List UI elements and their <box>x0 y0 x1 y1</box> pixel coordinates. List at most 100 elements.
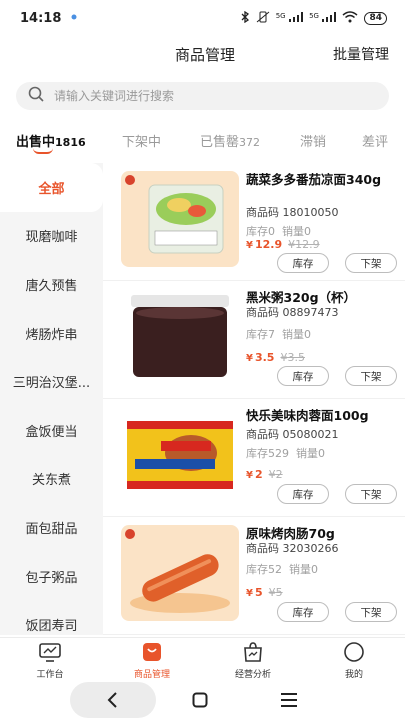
battery-indicator: 84 <box>364 11 387 25</box>
product-image <box>121 525 239 621</box>
off-shelf-button[interactable]: 下架 <box>345 602 397 622</box>
code-label: 商品码 <box>246 428 279 441</box>
status-bar: 14:18 5G 5G 84 <box>0 0 405 36</box>
tab-label: 差评 <box>362 135 389 150</box>
tab-off-shelf[interactable]: 下架中 <box>122 131 161 150</box>
tab-label: 工作台 <box>36 670 64 680</box>
sales-value: 销量0 <box>296 447 325 460</box>
sidebar-item-bento[interactable]: 盒饭便当 <box>0 406 103 455</box>
sidebar-item-sausage[interactable]: 烤肠炸串 <box>0 309 103 358</box>
stock-value: 库存0 <box>246 225 275 238</box>
off-shelf-button[interactable]: 下架 <box>345 253 397 273</box>
currency-symbol: ¥ <box>268 586 276 599</box>
currency-symbol: ¥ <box>246 588 253 599</box>
original-price: 12.9 <box>295 238 320 251</box>
sidebar-item-all[interactable]: 全部 <box>0 163 103 212</box>
signal-icon: 5G <box>276 11 304 25</box>
analysis-icon <box>241 640 265 664</box>
product-price: ¥2 ¥2 <box>246 468 283 481</box>
sidebar-item-bread[interactable]: 面包甜品 <box>0 503 103 552</box>
bottom-tab-bar: 工作台 商品管理 经营分析 我的 <box>0 637 405 681</box>
signal-label-2: 5G <box>309 11 319 20</box>
profile-icon <box>342 640 366 664</box>
location-icon <box>69 11 79 26</box>
tab-goods-manage[interactable]: 商品管理 <box>112 640 192 680</box>
tab-count: 1816 <box>55 136 86 149</box>
tab-label: 已售罄 <box>200 135 240 150</box>
batch-manage-button[interactable]: 批量管理 <box>333 44 389 64</box>
sidebar-item-sandwich[interactable]: 三明治汉堡... <box>0 357 103 406</box>
search-input[interactable] <box>54 89 354 103</box>
price-value: 12.9 <box>254 238 283 251</box>
product-code: 商品码 32030266 <box>246 540 339 556</box>
code-value: 08897473 <box>282 306 339 319</box>
tab-label: 滞销 <box>300 135 327 150</box>
search-icon <box>28 86 44 106</box>
code-label: 商品码 <box>246 542 279 555</box>
stock-value: 库存52 <box>246 563 282 576</box>
tab-sold-out[interactable]: 已售罄372 <box>200 131 260 150</box>
tab-label: 经营分析 <box>234 670 271 680</box>
product-card[interactable]: 快乐美味肉蓉面100g 商品码 05080021 库存529 销量0 ¥2 ¥2 … <box>103 399 405 517</box>
product-card[interactable]: 蔬菜多多番茄凉面340g 商品码 18010050 库存0 销量0 ¥12.9 ¥… <box>103 163 405 281</box>
product-stock: 库存529 销量0 <box>246 445 325 461</box>
code-label: 商品码 <box>246 206 279 219</box>
stock-value: 库存529 <box>246 447 289 460</box>
product-card[interactable]: 黑米粥320g（杯） 商品码 08897473 库存7 销量0 ¥3.5 ¥3.5… <box>103 281 405 399</box>
price-value: 3.5 <box>254 351 275 364</box>
sales-value: 销量0 <box>282 225 311 238</box>
back-icon[interactable] <box>104 691 122 713</box>
search-bar[interactable] <box>16 82 389 110</box>
signal-icon-2: 5G <box>309 11 337 25</box>
stock-button[interactable]: 库存 <box>277 366 329 386</box>
product-stock: 库存7 销量0 <box>246 326 311 342</box>
product-code: 商品码 08897473 <box>246 304 339 320</box>
tab-workbench[interactable]: 工作台 <box>10 640 90 680</box>
bluetooth-icon <box>240 10 250 26</box>
currency-symbol: ¥ <box>246 240 253 251</box>
tab-label: 我的 <box>344 670 363 680</box>
original-price: 3.5 <box>287 351 305 364</box>
tab-mine[interactable]: 我的 <box>314 640 394 680</box>
code-value: 05080021 <box>282 428 339 441</box>
original-price: 5 <box>275 586 283 599</box>
code-value: 32030266 <box>282 542 339 555</box>
category-sidebar: 全部 现磨咖啡 唐久预售 烤肠炸串 三明治汉堡... 盒饭便当 关东煮 面包甜品… <box>0 163 103 635</box>
sidebar-item-bun[interactable]: 包子粥品 <box>0 552 103 601</box>
off-shelf-button[interactable]: 下架 <box>345 366 397 386</box>
currency-symbol: ¥ <box>246 353 253 364</box>
product-image <box>121 289 239 385</box>
tab-bad-review[interactable]: 差评 <box>362 131 388 150</box>
off-shelf-button[interactable]: 下架 <box>345 484 397 504</box>
sidebar-item-coffee[interactable]: 现磨咖啡 <box>0 212 103 261</box>
product-name: 蔬菜多多番茄凉面340g <box>246 172 382 187</box>
stock-button[interactable]: 库存 <box>277 253 329 273</box>
currency-symbol: ¥ <box>246 470 253 481</box>
menu-icon[interactable] <box>280 692 298 712</box>
product-card[interactable]: 原味烤肉肠70g 商品码 32030266 库存52 销量0 ¥5 ¥5 库存 下… <box>103 517 405 635</box>
price-value: 2 <box>254 468 263 481</box>
stock-button[interactable]: 库存 <box>277 602 329 622</box>
tab-label: 商品管理 <box>133 670 170 680</box>
product-code: 商品码 18010050 <box>246 204 339 220</box>
sales-value: 销量0 <box>289 563 318 576</box>
currency-symbol: ¥ <box>268 468 276 481</box>
home-icon[interactable] <box>192 692 208 712</box>
product-image <box>121 407 239 503</box>
sidebar-item-oden[interactable]: 关东煮 <box>0 455 103 504</box>
tab-slow-selling[interactable]: 滞销 <box>300 131 326 150</box>
code-value: 18010050 <box>282 206 339 219</box>
product-list: 蔬菜多多番茄凉面340g 商品码 18010050 库存0 销量0 ¥12.9 ¥… <box>103 163 405 635</box>
stock-button[interactable]: 库存 <box>277 484 329 504</box>
tab-business-analysis[interactable]: 经营分析 <box>213 640 293 680</box>
wifi-icon <box>342 10 358 26</box>
active-tab-indicator <box>33 148 53 154</box>
product-code: 商品码 05080021 <box>246 426 339 442</box>
tab-label: 下架中 <box>122 135 162 150</box>
status-tabs: 出售中1816 下架中 已售罄372 滞销 差评 <box>0 122 405 162</box>
sidebar-item-presale[interactable]: 唐久预售 <box>0 260 103 309</box>
goods-icon <box>140 640 164 664</box>
price-value: 5 <box>254 586 263 599</box>
vibrate-icon <box>256 11 270 26</box>
product-price: ¥3.5 ¥3.5 <box>246 351 305 364</box>
